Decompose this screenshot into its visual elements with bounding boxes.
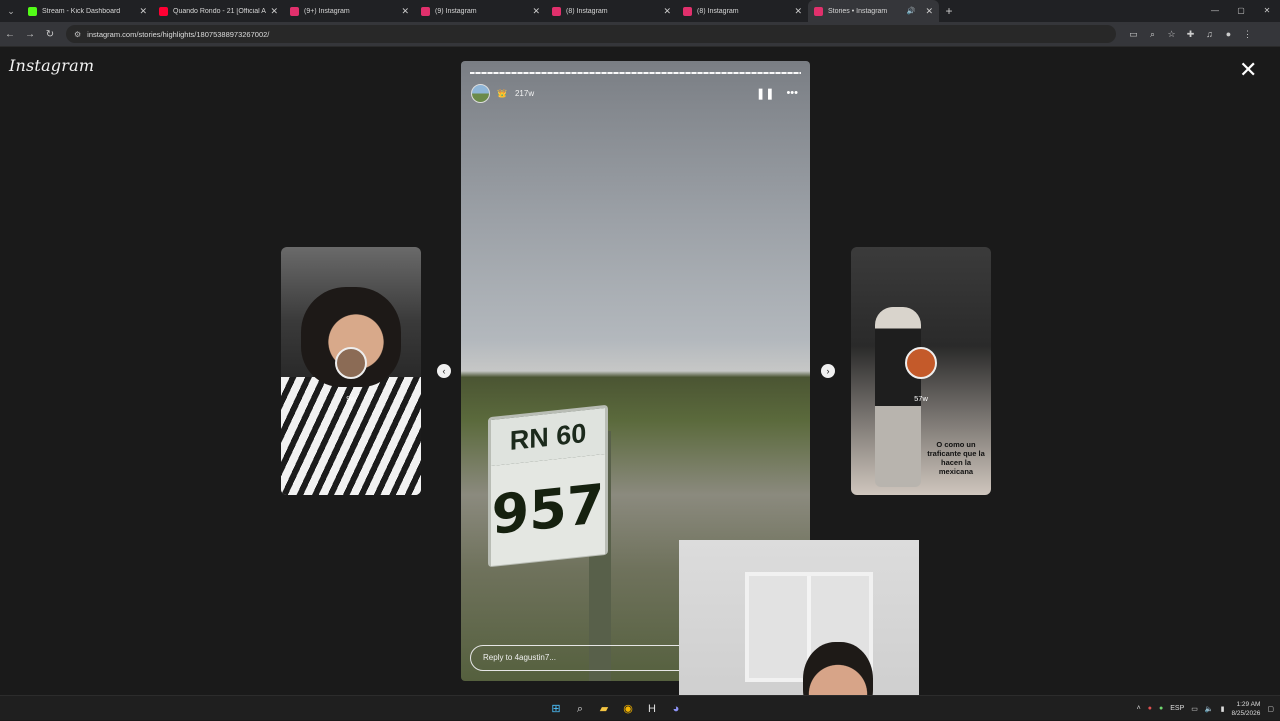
- avatar: [335, 347, 367, 379]
- close-tab-icon[interactable]: ✕: [925, 6, 933, 17]
- close-tab-icon[interactable]: ✕: [270, 6, 278, 17]
- media-icon[interactable]: ♫: [1200, 29, 1219, 40]
- story-header: 👑 217w ❚❚ •••: [471, 83, 798, 103]
- story-age: 9w: [346, 394, 356, 403]
- close-tab-icon[interactable]: ✕: [139, 6, 147, 17]
- toolbar-actions: ▭ ⌕ ☆ ✚ ♫ ● ⋮: [1124, 29, 1257, 40]
- clock-time: 1:29 AM: [1236, 700, 1261, 708]
- story-caption: O como un traficante que la hacen la mex…: [927, 440, 985, 476]
- youtube-icon: [159, 6, 168, 16]
- stories-page: Instagram ✕ 9w 57w O como un traficante …: [0, 47, 1280, 695]
- audio-playing-icon[interactable]: 🔊: [907, 7, 916, 15]
- close-tab-icon[interactable]: ✕: [663, 6, 671, 17]
- new-tab-button[interactable]: +: [939, 4, 959, 18]
- maximize-icon[interactable]: ▢: [1228, 0, 1254, 22]
- close-window-icon[interactable]: ✕: [1254, 0, 1280, 22]
- language-indicator[interactable]: ESP: [1170, 705, 1184, 712]
- battery-icon[interactable]: ▮: [1221, 705, 1225, 713]
- reply-input[interactable]: Reply to 4agustin7...: [470, 645, 700, 671]
- webcam-overlay: [679, 540, 919, 720]
- site-info-icon[interactable]: ⚙: [74, 30, 81, 39]
- more-options-icon[interactable]: •••: [786, 87, 798, 99]
- instagram-icon: [290, 6, 299, 16]
- extensions-icon[interactable]: ✚: [1181, 29, 1200, 40]
- notifications-icon[interactable]: ▢: [1267, 705, 1274, 713]
- tab-title: Stories • Instagram: [828, 7, 888, 15]
- cast-icon[interactable]: ▭: [1124, 29, 1143, 40]
- browser-tab[interactable]: (8) Instagram ✕: [677, 0, 808, 22]
- window-controls: — ▢ ✕: [1202, 0, 1280, 22]
- previous-story-preview[interactable]: 9w: [281, 247, 421, 495]
- network-icon[interactable]: ▭: [1191, 705, 1198, 713]
- kick-icon: [28, 6, 37, 16]
- instagram-icon: [552, 6, 561, 16]
- menu-kebab-icon[interactable]: ⋮: [1238, 29, 1257, 40]
- crown-icon: 👑: [497, 88, 507, 98]
- tab-title: Stream - Kick Dashboard: [42, 7, 121, 15]
- file-explorer-icon[interactable]: ▰: [594, 699, 614, 719]
- minimize-icon[interactable]: —: [1202, 0, 1228, 22]
- browser-tab[interactable]: (9) Instagram ✕: [415, 0, 546, 22]
- avatar: [905, 347, 937, 379]
- bookmark-star-icon[interactable]: ☆: [1162, 29, 1181, 40]
- taskbar-apps: ⊞ ⌕ ▰ ◉ H ◕: [546, 699, 686, 719]
- instagram-icon: [683, 6, 692, 16]
- windows-start-icon[interactable]: ⊞: [546, 699, 566, 719]
- windows-taskbar: ⊞ ⌕ ▰ ◉ H ◕ ˄ ● ● ESP ▭ 🔈 ▮ 1:29 AM 8/25…: [0, 695, 1280, 720]
- story-age: 217w: [514, 88, 535, 98]
- back-icon[interactable]: ←: [0, 29, 20, 40]
- address-bar[interactable]: ⚙ instagram.com/stories/highlights/18075…: [66, 25, 1116, 43]
- browser-tab[interactable]: (8) Instagram ✕: [546, 0, 677, 22]
- close-tab-icon[interactable]: ✕: [794, 6, 802, 17]
- instagram-icon: [421, 6, 430, 16]
- chevron-up-icon[interactable]: ˄: [1137, 705, 1141, 712]
- next-story-preview[interactable]: 57w O como un traficante que la hacen la…: [851, 247, 991, 495]
- browser-tab[interactable]: Stream - Kick Dashboard ✕: [22, 0, 153, 22]
- story-age: 57w: [914, 394, 928, 403]
- browser-tab[interactable]: Quando Rondo - 21 [Official Au ✕: [153, 0, 284, 22]
- road-sign: RN 60 957: [488, 404, 608, 568]
- system-tray: ˄ ● ● ESP ▭ 🔈 ▮ 1:29 AM 8/25/2026 ▢: [1137, 696, 1274, 721]
- previous-story-icon[interactable]: ‹: [437, 364, 451, 378]
- story-controls: ❚❚ •••: [756, 87, 798, 100]
- browser-toolbar: ← → ↻ ⚙ instagram.com/stories/highlights…: [0, 22, 1280, 47]
- microphone-icon[interactable]: ●: [1159, 705, 1163, 712]
- browser-tab-active[interactable]: Stories • Instagram 🔊 ✕: [808, 0, 939, 22]
- reload-icon[interactable]: ↻: [40, 29, 60, 40]
- browser-tab[interactable]: (9+) Instagram ✕: [284, 0, 415, 22]
- url-text: instagram.com/stories/highlights/1807538…: [87, 29, 270, 39]
- discord-icon[interactable]: ◕: [666, 699, 686, 719]
- tab-title: (9+) Instagram: [304, 7, 350, 15]
- volume-icon[interactable]: 🔈: [1205, 705, 1214, 713]
- profile-avatar[interactable]: ●: [1219, 29, 1238, 40]
- clock-date: 8/25/2026: [1231, 709, 1261, 717]
- chrome-icon[interactable]: ◉: [618, 699, 638, 719]
- close-tab-icon[interactable]: ✕: [532, 6, 540, 17]
- close-tab-icon[interactable]: ✕: [401, 6, 409, 17]
- pause-icon[interactable]: ❚❚: [756, 87, 774, 100]
- tab-title: Quando Rondo - 21 [Official Au: [173, 7, 267, 15]
- app-h-icon[interactable]: H: [642, 699, 662, 719]
- story-progress-bar: [470, 72, 801, 74]
- taskbar-clock[interactable]: 1:29 AM 8/25/2026: [1231, 700, 1260, 718]
- tab-title: (8) Instagram: [697, 7, 739, 15]
- road-sign-km: 957: [491, 454, 605, 566]
- forward-icon[interactable]: →: [20, 29, 40, 40]
- search-icon[interactable]: ⌕: [570, 699, 590, 719]
- close-icon[interactable]: ✕: [1239, 59, 1257, 81]
- avatar[interactable]: [471, 83, 490, 103]
- tab-search-icon[interactable]: ⌄: [0, 0, 22, 22]
- tray-app-icon[interactable]: ●: [1148, 705, 1152, 712]
- zoom-icon[interactable]: ⌕: [1143, 29, 1162, 40]
- instagram-logo[interactable]: Instagram: [9, 56, 94, 75]
- browser-tab-strip: ⌄ Stream - Kick Dashboard ✕ Quando Rondo…: [0, 0, 1280, 22]
- next-story-icon[interactable]: ›: [821, 364, 835, 378]
- tab-title: (9) Instagram: [435, 7, 477, 15]
- tab-title: (8) Instagram: [566, 7, 608, 15]
- instagram-icon: [814, 6, 823, 16]
